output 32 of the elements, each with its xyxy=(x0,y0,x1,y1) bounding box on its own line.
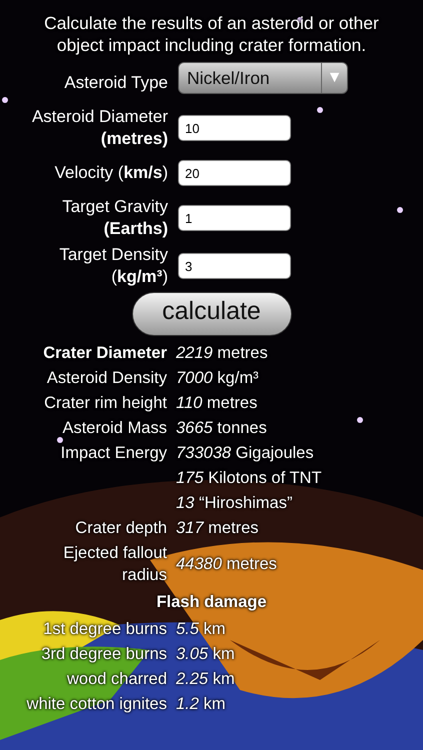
result-label: Asteroid Density xyxy=(46,368,167,389)
result-value: 317 metres xyxy=(176,518,259,539)
field-label: Target Density (kg/m³) xyxy=(58,244,168,288)
result-value: 13 “Hiroshimas” xyxy=(176,493,292,514)
field-label: Velocity (km/s) xyxy=(54,162,168,184)
result-value: 7000 kg/m³ xyxy=(176,368,259,389)
calculate-button[interactable]: calculate xyxy=(132,292,292,336)
result-label: Asteroid Mass xyxy=(61,418,167,439)
intro-text: Calculate the results of an asteroid or other object impact including crater formation. xyxy=(43,12,380,56)
result-value: 175 Kilotons of TNT xyxy=(176,468,322,489)
result-label: Impact Energy xyxy=(60,443,167,464)
input-field[interactable]: 1 xyxy=(178,205,291,231)
result-value: 110 metres xyxy=(176,393,258,414)
result-value: 3.05 km xyxy=(176,644,235,665)
result-label: Crater Diameter xyxy=(42,343,167,364)
field-label: Target Gravity (Earths) xyxy=(61,196,168,240)
field-label: Asteroid Type xyxy=(63,72,168,94)
result-value: 2219 metres xyxy=(176,343,268,364)
result-value: 5.5 km xyxy=(176,618,226,640)
result-value: 733038 Gigajoules xyxy=(176,443,314,464)
result-value: 1.2 km xyxy=(176,694,226,715)
result-value: 44380 metres xyxy=(176,554,277,575)
field-label: Asteroid Diameter (metres) xyxy=(30,106,168,150)
asteroid-type-dropdown[interactable]: Nickel/Iron ▼ xyxy=(178,62,348,94)
input-field[interactable]: 20 xyxy=(178,160,291,186)
input-field[interactable]: 3 xyxy=(178,253,291,279)
input-field[interactable]: 10 xyxy=(178,115,291,141)
result-label: Crater depth xyxy=(74,518,167,539)
result-value: 2.25 km xyxy=(176,668,235,690)
result-label: Crater rim height xyxy=(43,393,167,414)
result-label: 3rd degree burns xyxy=(40,644,167,665)
result-value: 3665 tonnes xyxy=(176,418,267,439)
